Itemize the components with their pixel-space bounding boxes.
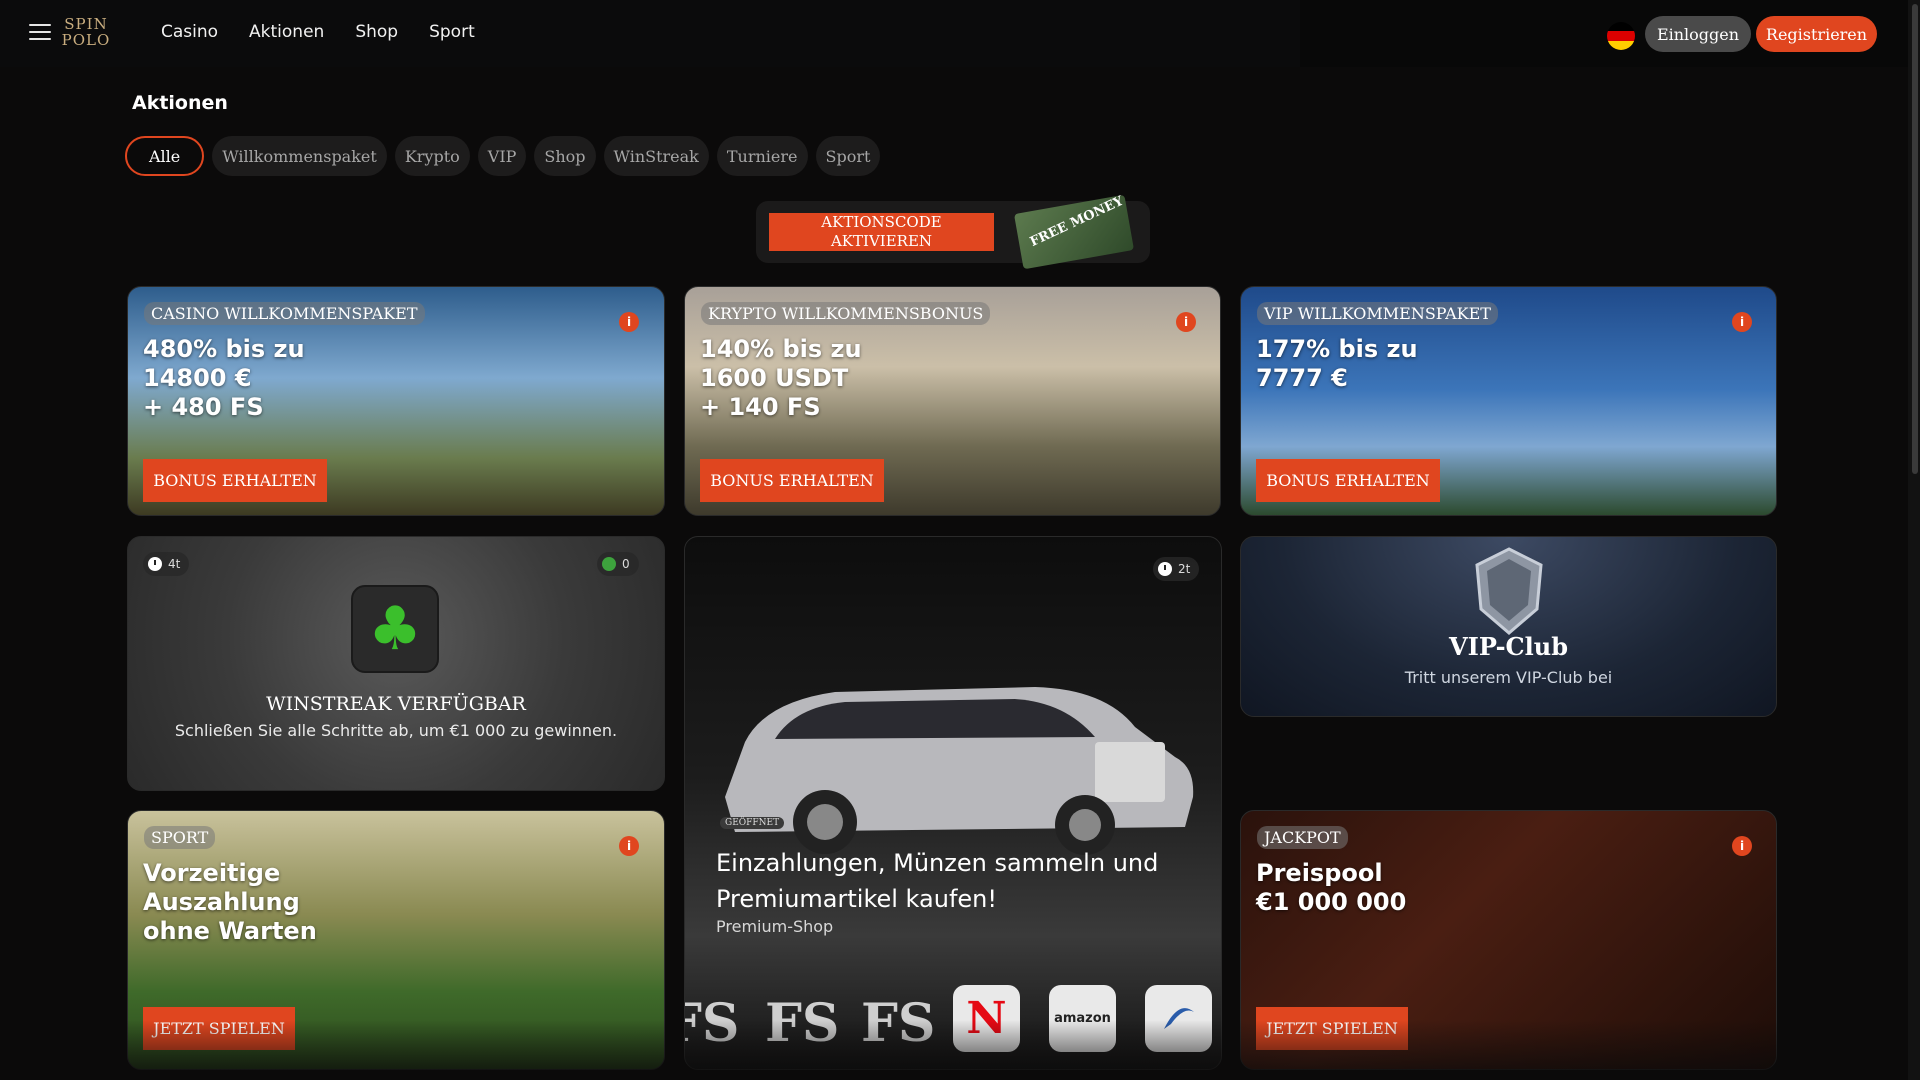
crypto-welcome-card[interactable]: KRYPTO WILLKOMMENSBONUS i 140% bis zu 16… (684, 286, 1221, 516)
filter-chips: Alle Willkommenspaket Krypto VIP Shop Wi… (125, 136, 881, 176)
bottom-fade-overlay (0, 1020, 1908, 1080)
shop-title: Einzahlungen, Münzen sammeln und Premium… (716, 849, 1159, 913)
login-button[interactable]: Einloggen (1645, 16, 1751, 52)
card-title: 177% bis zu 7777 € (1256, 335, 1418, 393)
filter-welcome[interactable]: Willkommenspaket (212, 136, 387, 176)
vip-welcome-card[interactable]: VIP WILLKOMMENSPAKET i 177% bis zu 7777 … (1240, 286, 1777, 516)
filter-shop[interactable]: Shop (534, 136, 596, 176)
card-tag: VIP WILLKOMMENSPAKET (1257, 302, 1498, 325)
scrollbar-thumb[interactable] (1912, 4, 1918, 474)
clover-count: 0 (622, 557, 630, 571)
open-badge: GEÖFFNET (720, 817, 785, 829)
info-icon[interactable]: i (1176, 312, 1196, 332)
scrollbar[interactable] (1908, 0, 1920, 1080)
premium-shop-card[interactable]: 2t GEÖFFNET Einzahlungen, Münzen sammeln… (684, 536, 1222, 1070)
nav-aktionen[interactable]: Aktionen (249, 22, 324, 42)
vip-club-card[interactable]: VIP-Club Tritt unserem VIP-Club bei (1240, 536, 1777, 717)
timer-pill: 2t (1153, 557, 1200, 581)
card-tag: KRYPTO WILLKOMMENSBONUS (701, 302, 991, 325)
winstreak-card[interactable]: 4t 0 ♣ WINSTREAK VERFÜGBAR Schließen Sie… (127, 536, 665, 791)
timer-pill: 4t (143, 552, 190, 576)
register-button[interactable]: Registrieren (1756, 16, 1877, 52)
card-title-line-2: 1600 USDT (700, 364, 849, 392)
card-title-line-1: Vorzeitige (143, 859, 281, 887)
card-title-line-1: 140% bis zu (700, 335, 862, 363)
card-title-line-2: €1 000 000 (1256, 888, 1407, 916)
vip-shield-icon (1475, 547, 1543, 635)
card-title: Preispool €1 000 000 (1256, 859, 1406, 917)
vip-club-subtitle: Tritt unserem VIP-Club bei (1404, 668, 1613, 687)
main-nav: Casino Aktionen Shop Sport (161, 22, 475, 42)
info-icon[interactable]: i (1732, 836, 1752, 856)
bonus-button[interactable]: BONUS ERHALTEN (700, 459, 884, 502)
filter-crypto[interactable]: Krypto (394, 136, 470, 176)
top-header: SPIN POLO Casino Aktionen Shop Sport Ein… (0, 0, 1908, 67)
clock-icon (1158, 562, 1172, 576)
card-title-line-2: Auszahlung (143, 888, 300, 916)
winstreak-title: WINSTREAK VERFÜGBAR (266, 693, 526, 715)
card-tag: JACKPOT (1257, 826, 1348, 849)
free-money-text: FREE MONEY (1027, 193, 1126, 251)
bonus-button[interactable]: BONUS ERHALTEN (143, 459, 327, 502)
filter-tournaments[interactable]: Turniere (716, 136, 808, 176)
card-tag: SPORT (144, 826, 216, 849)
card-title-line-1: 177% bis zu (1256, 335, 1418, 363)
logo-line-1: SPIN (64, 15, 108, 33)
casino-welcome-card[interactable]: CASINO WILLKOMMENSPAKET i 480% bis zu 14… (127, 286, 665, 516)
nav-casino[interactable]: Casino (161, 22, 218, 42)
bonus-button[interactable]: BONUS ERHALTEN (1256, 459, 1440, 502)
clover-icon (602, 557, 616, 571)
clock-icon (148, 557, 162, 571)
vip-club-title: VIP-Club (1449, 632, 1568, 661)
card-tag: CASINO WILLKOMMENSPAKET (144, 302, 425, 325)
card-title-line-1: Preispool (1256, 859, 1383, 887)
shop-subtitle: Premium-Shop (716, 917, 834, 936)
winstreak-subtitle: Schließen Sie alle Schritte ab, um €1 00… (174, 721, 618, 740)
timer-text: 2t (1178, 562, 1191, 576)
free-money-note-icon: FREE MONEY (1013, 193, 1135, 270)
filter-all[interactable]: Alle (125, 136, 205, 176)
nav-sport[interactable]: Sport (429, 22, 475, 42)
page-title: Aktionen (132, 92, 228, 114)
filter-vip[interactable]: VIP (477, 136, 527, 176)
activate-promo-code-button[interactable]: AKTIONSCODE AKTIVIEREN (769, 213, 994, 251)
four-leaf-clover-icon: ♣ (351, 585, 439, 673)
clover-count-pill: 0 (597, 552, 639, 576)
card-title-line-2: 14800 € (143, 364, 252, 392)
nav-shop[interactable]: Shop (355, 22, 398, 42)
promo-code-bar: AKTIONSCODE AKTIVIEREN FREE MONEY (756, 194, 1150, 270)
timer-text: 4t (168, 557, 181, 571)
info-icon[interactable]: i (619, 836, 639, 856)
card-title: Vorzeitige Auszahlung ohne Warten (143, 859, 317, 946)
info-icon[interactable]: i (619, 312, 639, 332)
logo-line-2: POLO (61, 31, 111, 49)
hamburger-icon[interactable] (29, 24, 51, 42)
info-icon[interactable]: i (1732, 312, 1752, 332)
filter-winstreak[interactable]: WinStreak (603, 136, 709, 176)
card-title-line-1: 480% bis zu (143, 335, 305, 363)
card-title-line-3: ohne Warten (143, 917, 317, 945)
card-title-line-3: + 140 FS (700, 393, 821, 421)
card-title: 140% bis zu 1600 USDT + 140 FS (700, 335, 862, 422)
card-title-line-2: 7777 € (1256, 364, 1348, 392)
card-title: 480% bis zu 14800 € + 480 FS (143, 335, 305, 422)
card-title-line-3: + 480 FS (143, 393, 264, 421)
language-flag-icon[interactable] (1607, 22, 1635, 50)
filter-sport[interactable]: Sport (815, 136, 881, 176)
logo[interactable]: SPIN POLO (59, 16, 113, 48)
